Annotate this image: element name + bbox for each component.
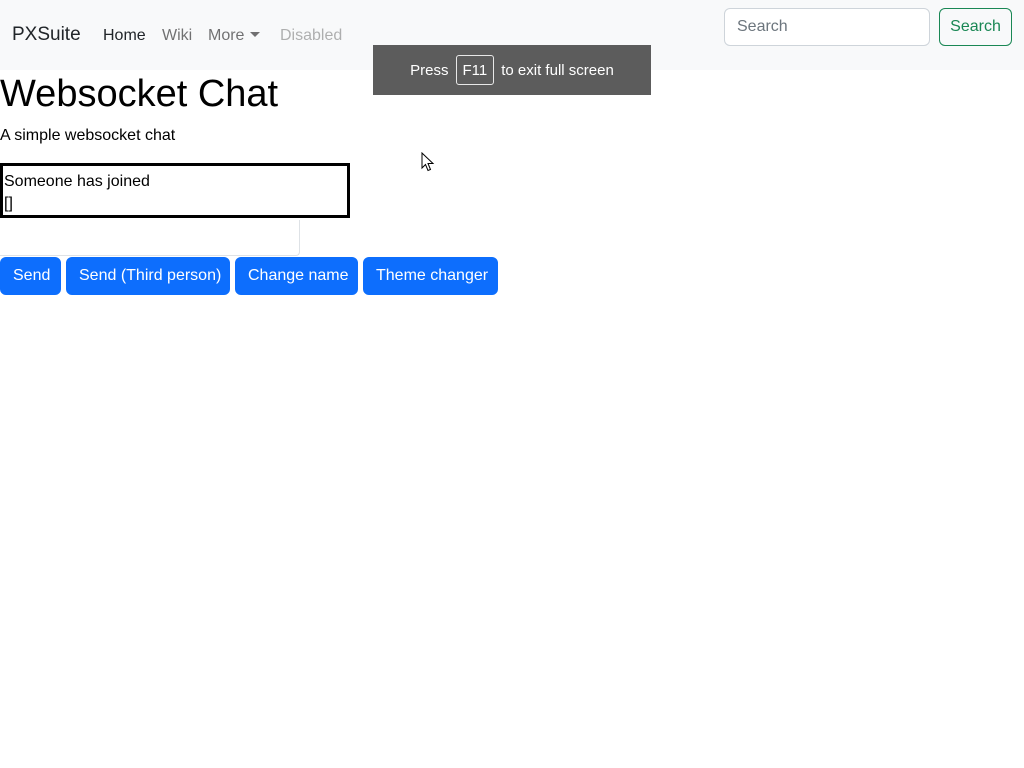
page-subtitle: A simple websocket chat: [0, 127, 176, 144]
brand-link[interactable]: PXSuite: [12, 24, 81, 46]
send-button[interactable]: Send: [0, 257, 61, 295]
fullscreen-notice-suffix: to exit full screen: [501, 61, 614, 79]
search-input[interactable]: [724, 8, 930, 46]
fullscreen-notice-prefix: Press: [410, 61, 449, 79]
mouse-pointer-icon: [421, 152, 435, 172]
page-title: Websocket Chat: [0, 73, 279, 115]
nav-home-link[interactable]: Home: [103, 26, 146, 46]
nav-wiki-link[interactable]: Wiki: [162, 26, 192, 46]
chevron-down-icon: [250, 32, 261, 37]
send-third-person-button[interactable]: Send (Third person): [66, 257, 230, 295]
chat-message: Someone has joined: [4, 173, 150, 190]
nav-disabled-link: Disabled: [280, 27, 343, 44]
nav-more-label: More: [208, 27, 245, 44]
change-name-button[interactable]: Change name: [235, 257, 358, 295]
f11-key: F11: [455, 55, 495, 85]
search-button[interactable]: Search: [939, 8, 1012, 46]
fullscreen-notice: Press F11 to exit full screen: [373, 45, 651, 95]
chat-message: []: [4, 195, 13, 212]
theme-changer-button[interactable]: Theme changer: [363, 257, 498, 295]
nav-more-dropdown[interactable]: More: [208, 26, 261, 46]
chat-log: Someone has joined []: [0, 163, 350, 218]
message-input[interactable]: [0, 220, 300, 256]
